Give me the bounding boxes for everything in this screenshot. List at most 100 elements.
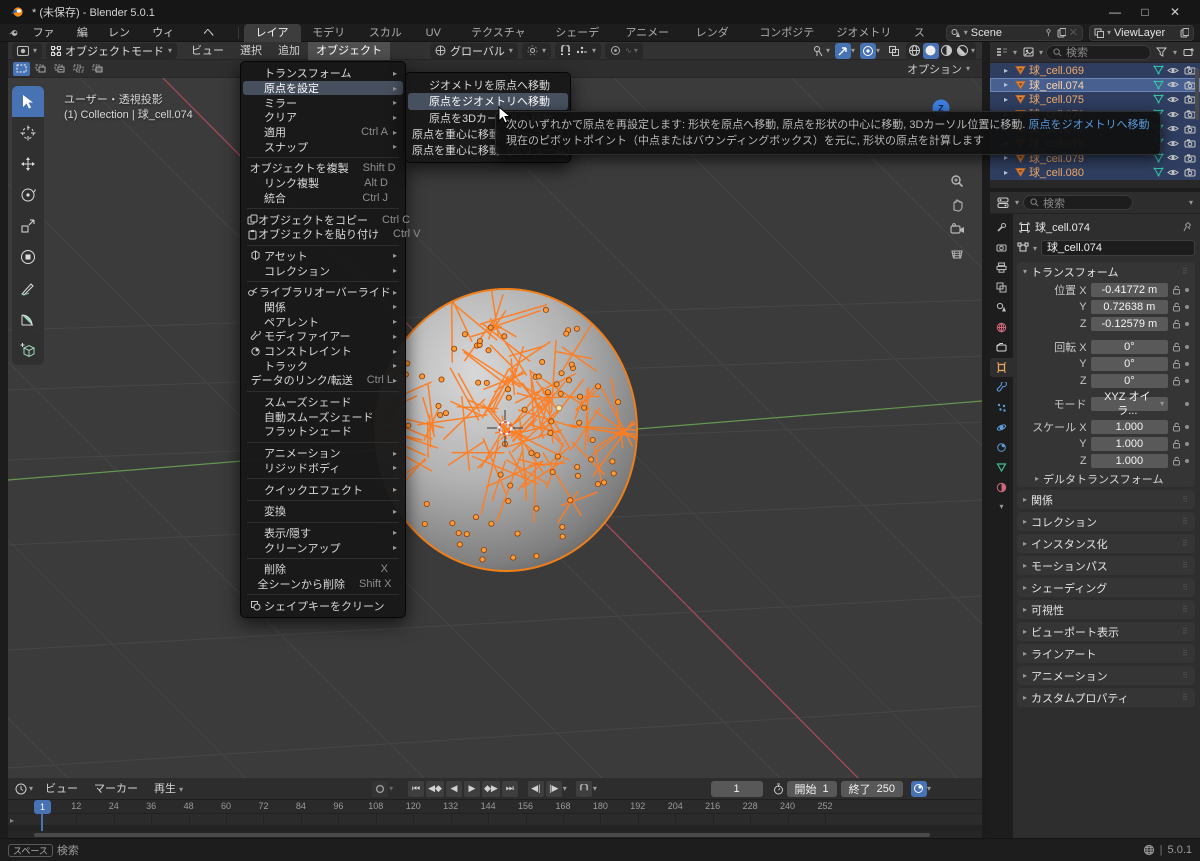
menubar-ファイル[interactable]: ファイル xyxy=(24,24,68,42)
panel-シェーディング[interactable]: ▸シェーディング⠿ xyxy=(1017,578,1195,597)
value-field[interactable]: 1.000 xyxy=(1091,437,1169,451)
lock-open-icon[interactable] xyxy=(1172,456,1181,466)
zoom-icon[interactable] xyxy=(946,170,968,192)
menu-item[interactable]: 変換▸ xyxy=(241,504,405,519)
mode-selector[interactable]: オブジェクトモード▾ xyxy=(46,43,177,59)
overlays-toggle[interactable] xyxy=(860,43,876,59)
panel-grip-icon[interactable]: ⠿ xyxy=(1182,627,1189,636)
workspace-tab[interactable]: コンポジティング xyxy=(748,24,825,42)
camera-icon[interactable] xyxy=(1184,167,1196,177)
visibility-dropdown[interactable] xyxy=(810,43,826,59)
viewport-menu-ビュー[interactable]: ビュー xyxy=(183,42,232,60)
scene-selector[interactable]: ▾ Scene ✕ xyxy=(946,25,1083,41)
menu-item[interactable]: トランスフォーム▸ xyxy=(241,66,405,81)
delta-transform-row[interactable]: ▸ デルタトランスフォーム xyxy=(1017,470,1195,487)
menu-item[interactable]: 全シーンから削除Shift X xyxy=(241,577,405,592)
panel-ビューポート表示[interactable]: ▸ビューポート表示⠿ xyxy=(1017,622,1195,641)
viewport-canvas[interactable]: Z ユーザー・透視投影 (1) Collection | 球_cell.074 xyxy=(8,78,982,778)
lock-open-icon[interactable] xyxy=(1172,376,1181,386)
workspace-tab[interactable]: テクスチャペイント xyxy=(460,24,544,42)
menu-item[interactable]: 自動スムーズシェード xyxy=(241,409,405,424)
expand-icon[interactable]: ▸ xyxy=(1004,80,1012,89)
pivot-selector[interactable]: ▾ xyxy=(522,43,551,59)
animate-dot[interactable] xyxy=(1185,305,1189,309)
select-mode-extend[interactable] xyxy=(32,62,49,76)
outliner-item[interactable]: ▸球_cell.069 xyxy=(990,63,1200,78)
select-box-tool[interactable] xyxy=(12,86,44,117)
properties-tab-constraints[interactable] xyxy=(990,438,1013,457)
object-data-icon[interactable] xyxy=(1017,242,1029,254)
menu-item[interactable]: 関係▸ xyxy=(241,300,405,315)
menu-item[interactable]: スナップ▸ xyxy=(241,139,405,154)
workspace-tab[interactable]: ジオメトリノード xyxy=(825,24,903,42)
timeline-scrollbar[interactable] xyxy=(34,833,930,837)
animate-dot[interactable] xyxy=(1185,288,1189,292)
menu-item[interactable]: コンストレイント▸ xyxy=(241,344,405,359)
properties-tab-render[interactable] xyxy=(990,238,1013,257)
value-field[interactable]: 0° xyxy=(1091,340,1169,354)
panel-モーションパス[interactable]: ▸モーションパス⠿ xyxy=(1017,556,1195,575)
animate-dot[interactable] xyxy=(1185,442,1189,446)
panel-grip-icon[interactable]: ⠿ xyxy=(1182,267,1189,276)
properties-tab-physics[interactable] xyxy=(990,418,1013,437)
shading-material-button[interactable] xyxy=(939,43,955,59)
measure-tool[interactable] xyxy=(12,303,44,334)
xray-toggle[interactable] xyxy=(886,43,902,59)
value-field[interactable]: 0° xyxy=(1091,374,1169,388)
move-tool[interactable] xyxy=(12,148,44,179)
lock-open-icon[interactable] xyxy=(1172,285,1181,295)
lock-open-icon[interactable] xyxy=(1172,342,1181,352)
proportional-edit-toggle[interactable]: ∿ ▾ xyxy=(605,43,643,59)
panel-grip-icon[interactable]: ⠿ xyxy=(1182,671,1189,680)
menu-item[interactable]: 削除X xyxy=(241,562,405,577)
panel-インスタンス化[interactable]: ▸インスタンス化⠿ xyxy=(1017,534,1195,553)
animate-dot[interactable] xyxy=(1185,402,1189,406)
tabs-overflow-icon[interactable]: ▾ xyxy=(999,502,1003,511)
select-mode-invert[interactable] xyxy=(70,62,87,76)
menu-item[interactable]: 表示/隠す▸ xyxy=(241,526,405,541)
lock-open-icon[interactable] xyxy=(1172,302,1181,312)
panel-関係[interactable]: ▸関係⠿ xyxy=(1017,490,1195,509)
channel-expand-icon[interactable]: ▸ xyxy=(10,816,14,825)
camera-icon[interactable] xyxy=(1184,138,1196,148)
menu-item[interactable]: ミラー▸ xyxy=(241,95,405,110)
animate-dot[interactable] xyxy=(1185,425,1189,429)
timeline-tracks[interactable]: ▸ xyxy=(8,814,982,831)
ortho-toggle-icon[interactable] xyxy=(946,242,968,264)
properties-tab-scene[interactable] xyxy=(990,298,1013,317)
timeline-menu-再生[interactable]: 再生 ▾ xyxy=(146,780,191,798)
outliner-display-mode[interactable] xyxy=(994,44,1010,60)
panel-可視性[interactable]: ▸可視性⠿ xyxy=(1017,600,1195,619)
menu-item[interactable]: アセット▸ xyxy=(241,249,405,264)
workspace-tab[interactable]: シェーディング xyxy=(544,24,614,42)
cursor-tool[interactable] xyxy=(12,117,44,148)
value-field[interactable]: 0.72638 m xyxy=(1091,300,1169,314)
current-frame-field[interactable]: 1 xyxy=(711,781,763,797)
workspace-tab[interactable]: アニメーション xyxy=(614,24,684,42)
shading-wireframe-button[interactable] xyxy=(907,43,923,59)
new-viewlayer-icon[interactable] xyxy=(1179,28,1189,38)
menu-item[interactable]: データのリンク/転送Ctrl L▸ xyxy=(241,373,405,388)
menu-item[interactable]: トラック▸ xyxy=(241,358,405,373)
properties-tab-world[interactable] xyxy=(990,318,1013,337)
properties-tab-object[interactable] xyxy=(990,358,1013,377)
viewport-menu-追加[interactable]: 追加 xyxy=(270,42,308,60)
expand-icon[interactable]: ▸ xyxy=(1004,95,1012,104)
menubar-レンダー[interactable]: レンダー xyxy=(99,24,143,42)
menubar-ウィンドウ[interactable]: ウィンドウ xyxy=(143,24,194,42)
workspace-tab[interactable]: レイアウト xyxy=(244,24,301,42)
menu-item[interactable]: スムーズシェード xyxy=(241,395,405,410)
play-button[interactable]: ▶ xyxy=(464,781,480,797)
options-dropdown[interactable]: オプション▾ xyxy=(907,61,970,77)
eye-icon[interactable] xyxy=(1167,168,1179,177)
annotate-tool[interactable] xyxy=(12,272,44,303)
minimize-button[interactable]: — xyxy=(1100,5,1130,19)
timeline-ruler[interactable]: 1122436486072849610812013214415616818019… xyxy=(8,800,982,814)
select-mode-new[interactable] xyxy=(13,62,30,76)
new-scene-icon[interactable] xyxy=(1056,28,1066,38)
orientation-selector[interactable]: グローバル▾ xyxy=(430,43,518,59)
gizmos-toggle[interactable] xyxy=(835,43,851,59)
animate-dot[interactable] xyxy=(1185,322,1189,326)
workspace-tab[interactable]: UV編集 xyxy=(415,24,461,42)
pan-hand-icon[interactable] xyxy=(946,194,968,216)
